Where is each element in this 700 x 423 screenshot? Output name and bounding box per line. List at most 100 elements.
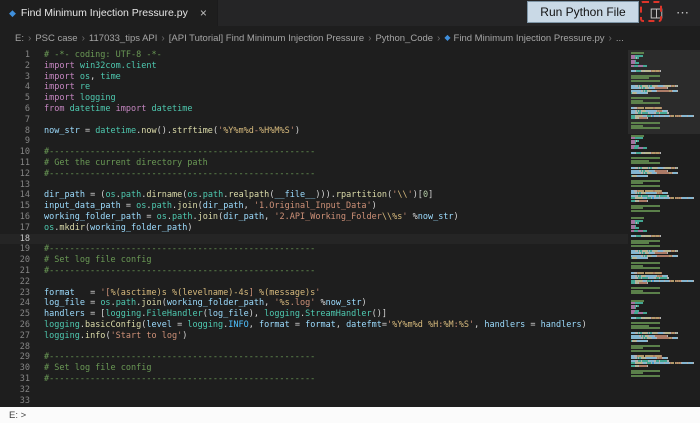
code-line[interactable]: 1 # -*- coding: UTF-8 -*- bbox=[0, 50, 628, 61]
code-line[interactable]: 29 #-------------------------------------… bbox=[0, 352, 628, 363]
line-content: logging.basicConfig(level = logging.INFO… bbox=[44, 319, 587, 330]
code-line[interactable]: 4 import re bbox=[0, 82, 628, 93]
code-line[interactable]: 18 bbox=[0, 234, 628, 245]
breadcrumb-item[interactable]: Python_Code bbox=[375, 33, 433, 44]
code-line[interactable]: 10 #-------------------------------------… bbox=[0, 147, 628, 158]
tab-title: Find Minimum Injection Pressure.py bbox=[20, 7, 188, 19]
line-content: working_folder_path = os.path.join(dir_p… bbox=[44, 211, 459, 222]
code-line[interactable]: 16 working_folder_path = os.path.join(dir… bbox=[0, 212, 628, 223]
line-content: import win32com.client bbox=[44, 60, 157, 71]
code-line[interactable]: 17 os.mkdir(working_folder_path) bbox=[0, 223, 628, 234]
minimap[interactable] bbox=[628, 50, 700, 407]
code-line[interactable]: 20 # Set log file config bbox=[0, 255, 628, 266]
breadcrumb-item[interactable]: E: bbox=[15, 33, 24, 44]
line-number: 10 bbox=[19, 147, 30, 158]
breadcrumb-item[interactable]: PSC case bbox=[35, 33, 77, 44]
line-content: format = '[%(asctime)s %(levelname)-4s] … bbox=[44, 287, 321, 298]
line-number: 3 bbox=[24, 71, 30, 82]
line-number: 9 bbox=[24, 136, 30, 147]
run-python-file-callout: Run Python File bbox=[527, 1, 639, 23]
line-number: 27 bbox=[19, 330, 30, 341]
code-line[interactable]: 19 #-------------------------------------… bbox=[0, 244, 628, 255]
breadcrumb-item-label: ... bbox=[615, 32, 624, 44]
line-number: 21 bbox=[19, 265, 30, 276]
line-content: #---------------------------------------… bbox=[44, 147, 316, 158]
breadcrumb: E: › PSC case › 117033_tips API › [API Tutoria… bbox=[0, 26, 700, 50]
code-line[interactable]: 33 bbox=[0, 396, 628, 407]
tab-find-minimum-injection-pressure[interactable]: ◆ Find Minimum Injection Pressure.py × bbox=[0, 0, 218, 26]
code-line[interactable]: 7 bbox=[0, 115, 628, 126]
python-file-icon: ◆ bbox=[9, 7, 16, 18]
line-number: 31 bbox=[19, 373, 30, 384]
breadcrumb-separator: › bbox=[437, 32, 441, 44]
bottom-strip: E: > bbox=[0, 407, 700, 423]
code-line[interactable]: 21 #-------------------------------------… bbox=[0, 266, 628, 277]
line-content bbox=[44, 277, 628, 288]
line-content: input_data_path = os.path.join(dir_path,… bbox=[44, 201, 377, 212]
code-line[interactable]: 23 format = '[%(asctime)s %(levelname)-4s… bbox=[0, 288, 628, 299]
line-content: now_str = datetime.now().strftime('%Y%m%… bbox=[44, 125, 300, 136]
line-content: handlers = [logging.FileHandler(log_file… bbox=[44, 309, 387, 320]
run-button-highlight bbox=[640, 1, 662, 22]
line-content: dir_path = (os.path.dirname(os.path.real… bbox=[44, 190, 434, 201]
code-line[interactable]: 8 now_str = datetime.now().strftime('%Y%m… bbox=[0, 126, 628, 137]
breadcrumb-item-label: [API Tutorial] Find Minimum Injection Pr… bbox=[168, 32, 365, 44]
breadcrumb-item-label: PSC case bbox=[35, 32, 78, 44]
code-editor[interactable]: 1 # -*- coding: UTF-8 -*- 2 import win32com… bbox=[0, 50, 628, 407]
code-line[interactable]: 26 logging.basicConfig(level = logging.IN… bbox=[0, 320, 628, 331]
code-line[interactable]: 28 bbox=[0, 342, 628, 353]
line-content: #---------------------------------------… bbox=[44, 373, 316, 384]
code-line[interactable]: 27 logging.info('Start to log') bbox=[0, 331, 628, 342]
line-number: 6 bbox=[24, 103, 30, 114]
code-line[interactable]: 5 import logging bbox=[0, 93, 628, 104]
line-number: 1 bbox=[24, 50, 30, 60]
breadcrumb-item[interactable]: ◆ Find Minimum Injection Pressure.py bbox=[444, 33, 604, 44]
line-number: 4 bbox=[24, 82, 30, 93]
code-line[interactable]: 11 # Get the current directory path bbox=[0, 158, 628, 169]
breadcrumb-item-label: E: bbox=[15, 32, 24, 44]
line-content: from datetime import datetime bbox=[44, 103, 193, 114]
code-line[interactable]: 12 #-------------------------------------… bbox=[0, 169, 628, 180]
code-line[interactable]: 13 bbox=[0, 180, 628, 191]
line-number: 12 bbox=[19, 168, 30, 179]
code-line[interactable]: 32 bbox=[0, 385, 628, 396]
line-content bbox=[44, 136, 628, 147]
line-number: 13 bbox=[19, 179, 30, 190]
breadcrumb-item[interactable]: [API Tutorial] Find Minimum Injection Pr… bbox=[169, 33, 364, 44]
code-line[interactable]: 9 bbox=[0, 136, 628, 147]
line-content bbox=[44, 342, 628, 353]
code-line[interactable]: 14 dir_path = (os.path.dirname(os.path.re… bbox=[0, 190, 628, 201]
breadcrumb-item[interactable]: 117033_tips API bbox=[89, 33, 158, 44]
code-line[interactable]: 25 handlers = [logging.FileHandler(log_fi… bbox=[0, 309, 628, 320]
code-line[interactable]: 6 from datetime import datetime bbox=[0, 104, 628, 115]
code-line[interactable]: 30 # Set log file config bbox=[0, 363, 628, 374]
bottom-strip-text: E: > bbox=[9, 409, 27, 421]
line-number: 11 bbox=[19, 157, 30, 168]
line-number: 19 bbox=[19, 244, 30, 255]
code-line[interactable]: 2 import win32com.client bbox=[0, 61, 628, 72]
code-line[interactable]: 22 bbox=[0, 277, 628, 288]
breadcrumb-item-label: Python_Code bbox=[375, 32, 434, 44]
breadcrumb-separator: › bbox=[161, 32, 165, 44]
line-number: 25 bbox=[19, 309, 30, 320]
line-content: # Set log file config bbox=[44, 363, 152, 374]
line-content: #---------------------------------------… bbox=[44, 168, 316, 179]
line-number: 33 bbox=[19, 395, 30, 406]
code-line[interactable]: 24 log_file = os.path.join(working_folder… bbox=[0, 298, 628, 309]
code-line[interactable]: 15 input_data_path = os.path.join(dir_pat… bbox=[0, 201, 628, 212]
line-number: 20 bbox=[19, 255, 30, 266]
more-actions-button[interactable]: ⋯ bbox=[676, 5, 690, 21]
line-content: # Set log file config bbox=[44, 255, 152, 266]
line-number: 2 bbox=[24, 60, 30, 71]
code-line[interactable]: 31 #-------------------------------------… bbox=[0, 374, 628, 385]
close-icon[interactable]: × bbox=[200, 6, 207, 20]
line-number: 18 bbox=[19, 233, 30, 244]
line-content bbox=[44, 234, 628, 245]
line-number: 5 bbox=[24, 93, 30, 104]
breadcrumb-item-label: 117033_tips API bbox=[88, 32, 158, 44]
line-number: 16 bbox=[19, 211, 30, 222]
line-number: 23 bbox=[19, 287, 30, 298]
code-line[interactable]: 3 import os, time bbox=[0, 72, 628, 83]
line-number: 22 bbox=[19, 276, 30, 287]
breadcrumb-item[interactable]: ... bbox=[616, 33, 624, 44]
